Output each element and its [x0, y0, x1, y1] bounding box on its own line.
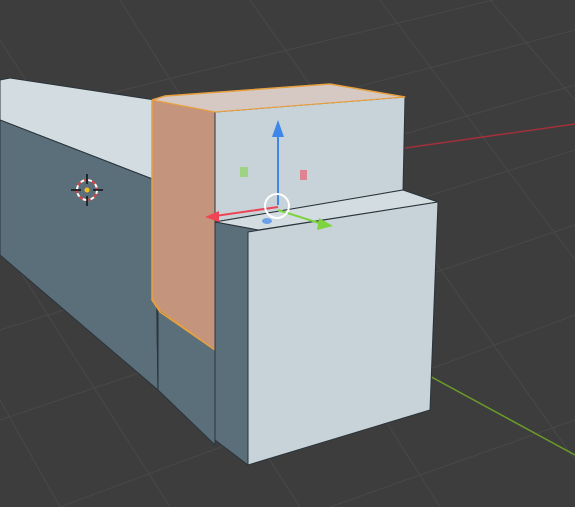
gizmo-xz-plane-handle[interactable]: [240, 167, 248, 177]
3d-viewport[interactable]: [0, 0, 575, 507]
viewport-canvas[interactable]: [0, 0, 575, 507]
cursor-center-dot: [84, 187, 90, 193]
gizmo-xy-plane-handle[interactable]: [262, 218, 272, 224]
gizmo-yz-plane-handle[interactable]: [300, 170, 307, 180]
